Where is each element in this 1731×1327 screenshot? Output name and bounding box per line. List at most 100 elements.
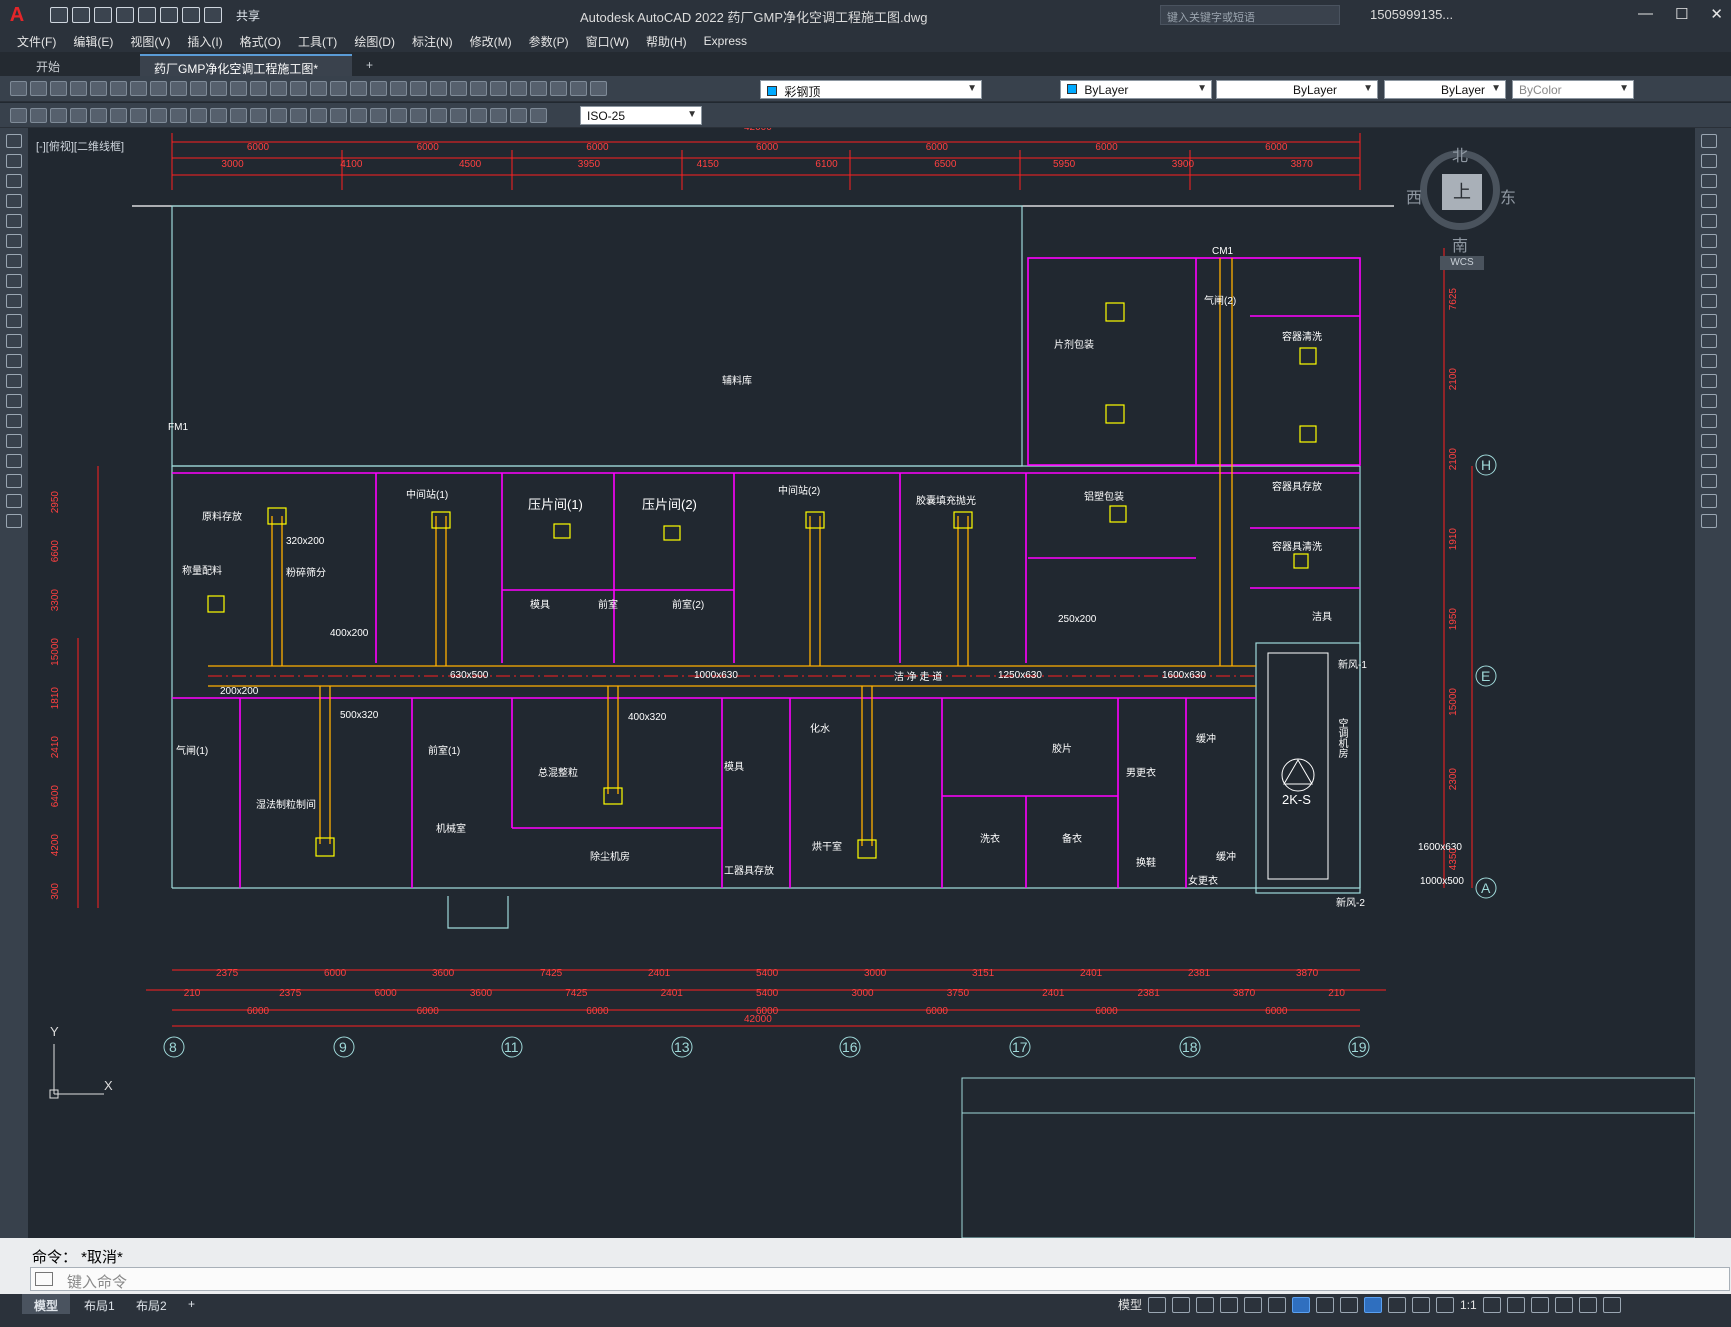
modify-tool-icon[interactable] (1701, 254, 1717, 268)
draw-tool-icon[interactable] (6, 314, 22, 328)
toolbar-tool-icon[interactable] (390, 81, 407, 96)
plot-icon[interactable] (160, 7, 178, 23)
menu-file[interactable]: 文件(F) (17, 33, 56, 50)
menu-dimension[interactable]: 标注(N) (412, 33, 453, 50)
menu-parametric[interactable]: 参数(P) (529, 33, 569, 50)
plotstyle-combo[interactable]: ByColor ▼ (1512, 80, 1634, 99)
command-prompt-icon[interactable] (35, 1272, 53, 1286)
modify-tool-icon[interactable] (1701, 494, 1717, 508)
menu-format[interactable]: 格式(O) (240, 33, 281, 50)
toolbar-tool-icon[interactable] (430, 108, 447, 123)
draw-tool-icon[interactable] (6, 354, 22, 368)
toolbar-tool-icon[interactable] (590, 81, 607, 96)
annotation-visibility-icon[interactable] (1412, 1296, 1431, 1313)
viewcube-west[interactable]: 西 (1406, 184, 1422, 208)
viewcube-top-face[interactable]: 上 (1442, 174, 1482, 210)
draw-tool-icon[interactable] (6, 194, 22, 208)
menu-tools[interactable]: 工具(T) (298, 33, 337, 50)
modify-tool-icon[interactable] (1701, 294, 1717, 308)
toolbar-tool-icon[interactable] (470, 108, 487, 123)
3d-osnap-icon[interactable] (1388, 1296, 1407, 1313)
toolbar-tool-icon[interactable] (290, 81, 307, 96)
menu-express[interactable]: Express (704, 34, 747, 48)
draw-tool-icon[interactable] (6, 334, 22, 348)
toolbar-tool-icon[interactable] (310, 81, 327, 96)
dimstyle-combo[interactable]: ISO-25 ▼ (580, 106, 702, 125)
menu-help[interactable]: 帮助(H) (646, 33, 687, 50)
draw-tool-icon[interactable] (6, 274, 22, 288)
toolbar-tool-icon[interactable] (50, 108, 67, 123)
tab-start[interactable]: 开始 (22, 54, 140, 76)
viewcube-south[interactable]: 南 (1452, 232, 1468, 256)
publish-icon[interactable] (138, 7, 156, 23)
toolbar-tool-icon[interactable] (190, 81, 207, 96)
toolbar-tool-icon[interactable] (50, 81, 67, 96)
search-input[interactable]: 键入关键字或短语 (1160, 5, 1340, 25)
modify-tool-icon[interactable] (1701, 274, 1717, 288)
modify-tool-icon[interactable] (1701, 414, 1717, 428)
toolbar-tool-icon[interactable] (90, 81, 107, 96)
tab-model[interactable]: 模型 (22, 1294, 71, 1314)
modify-tool-icon[interactable] (1701, 374, 1717, 388)
draw-tool-icon[interactable] (6, 154, 22, 168)
draw-tool-icon[interactable] (6, 434, 22, 448)
grid-icon[interactable] (1148, 1296, 1167, 1313)
modify-tool-icon[interactable] (1701, 474, 1717, 488)
color-combo[interactable]: ByLayer ▼ (1060, 80, 1212, 99)
modify-tool-icon[interactable] (1701, 454, 1717, 468)
command-input[interactable]: 键入命令 (30, 1267, 1730, 1291)
toolbar-tool-icon[interactable] (350, 81, 367, 96)
tab-drawing[interactable]: 药厂GMP净化空调工程施工图* ✕ (140, 54, 352, 91)
user-account[interactable]: 1505999135... (1370, 7, 1453, 22)
toolbar-tool-icon[interactable] (130, 108, 147, 123)
toolbar-tool-icon[interactable] (430, 81, 447, 96)
draw-tool-icon[interactable] (6, 474, 22, 488)
toolbar-tool-icon[interactable] (410, 81, 427, 96)
object-snap-icon[interactable] (1292, 1296, 1311, 1313)
modify-tool-icon[interactable] (1701, 434, 1717, 448)
toolbar-tool-icon[interactable] (170, 108, 187, 123)
draw-tool-icon[interactable] (6, 294, 22, 308)
selection-cycling-icon[interactable] (1364, 1296, 1383, 1313)
drawing-canvas[interactable]: [-][俯视][二维线框] 42000 辅料库 片剂包装 CM1 FM1 气闸(… (28, 128, 1695, 1238)
tab-layout2[interactable]: 布局2 (124, 1294, 179, 1314)
toolbar-tool-icon[interactable] (370, 108, 387, 123)
toolbar-tool-icon[interactable] (350, 108, 367, 123)
toolbar-tool-icon[interactable] (270, 81, 287, 96)
toolbar-tool-icon[interactable] (250, 81, 267, 96)
toolbar-tool-icon[interactable] (10, 108, 27, 123)
clean-screen-icon[interactable] (1578, 1296, 1597, 1313)
draw-tool-icon[interactable] (6, 494, 22, 508)
toolbar-tool-icon[interactable] (310, 108, 327, 123)
menu-edit[interactable]: 编辑(E) (73, 33, 113, 50)
model-space-toggle[interactable]: 模型 (1118, 1296, 1142, 1313)
toolbar-tool-icon[interactable] (110, 108, 127, 123)
toolbar-tool-icon[interactable] (530, 108, 547, 123)
draw-tool-icon[interactable] (6, 394, 22, 408)
modify-tool-icon[interactable] (1701, 334, 1717, 348)
close-button[interactable]: ✕ (1710, 5, 1723, 23)
toolbar-tool-icon[interactable] (90, 108, 107, 123)
toolbar-tool-icon[interactable] (270, 108, 287, 123)
toolbar-tool-icon[interactable] (510, 81, 527, 96)
toolbar-tool-icon[interactable] (330, 81, 347, 96)
hardware-acceleration-icon[interactable] (1554, 1296, 1573, 1313)
viewcube-north[interactable]: 北 (1452, 142, 1468, 166)
minimize-button[interactable]: — (1638, 5, 1653, 23)
draw-tool-icon[interactable] (6, 514, 22, 528)
open-icon[interactable] (72, 7, 90, 23)
toolbar-tool-icon[interactable] (250, 108, 267, 123)
linetype-combo[interactable]: ByLayer ▼ (1216, 80, 1378, 99)
redo-icon[interactable] (204, 7, 222, 23)
toolbar-tool-icon[interactable] (110, 81, 127, 96)
maximize-button[interactable]: ☐ (1675, 5, 1688, 23)
modify-tool-icon[interactable] (1701, 354, 1717, 368)
menu-modify[interactable]: 修改(M) (470, 33, 512, 50)
toolbar-tool-icon[interactable] (30, 108, 47, 123)
draw-tool-icon[interactable] (6, 454, 22, 468)
draw-tool-icon[interactable] (6, 374, 22, 388)
toolbar-tool-icon[interactable] (130, 81, 147, 96)
toolbar-tool-icon[interactable] (10, 81, 27, 96)
menu-draw[interactable]: 绘图(D) (354, 33, 395, 50)
toolbar-tool-icon[interactable] (530, 81, 547, 96)
